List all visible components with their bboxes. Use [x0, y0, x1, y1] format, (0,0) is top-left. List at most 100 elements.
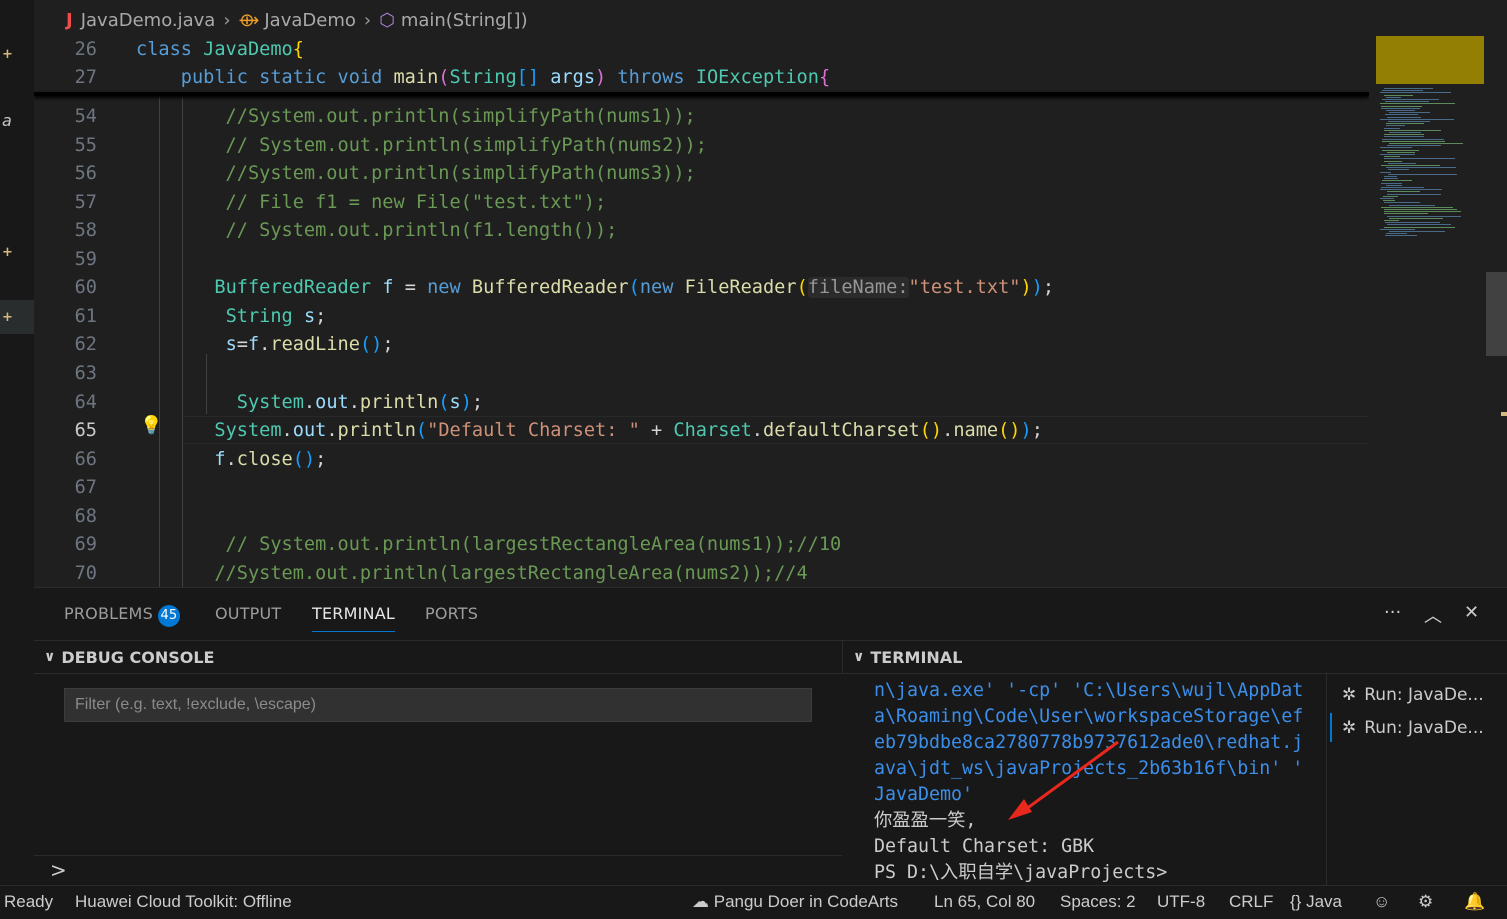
close-panel-icon[interactable]: ✕ [1464, 602, 1479, 623]
tab-output[interactable]: OUTPUT [215, 604, 281, 623]
debug-console-title: DEBUG CONSOLE [61, 647, 215, 667]
lightbulb-icon[interactable]: 💡 [140, 415, 162, 436]
minimap-line [1382, 149, 1419, 151]
code-token: println [337, 420, 416, 442]
code-token: + [639, 420, 674, 442]
status-cursor-position[interactable]: Ln 65, Col 80 [934, 892, 1035, 912]
code-line[interactable]: 56 //System.out.println(simplifyPath(num… [34, 160, 1369, 188]
code-token: = [236, 334, 248, 356]
minimap-line [1389, 143, 1463, 144]
code-token: main [393, 67, 439, 88]
notifications-bell-icon[interactable]: 🔔 [1464, 892, 1485, 912]
code-token: //System.out.println(simplifyPath(nums3)… [136, 163, 696, 185]
line-number: 60 [74, 277, 97, 299]
code-line[interactable]: 63 [34, 360, 1369, 388]
code-line[interactable]: 57 // File f1 = new File("test.txt"); [34, 189, 1369, 217]
minimap-line [1381, 206, 1453, 208]
chevron-down-icon: ∨ [853, 649, 865, 665]
copilot-icon[interactable]: ☺ [1373, 892, 1390, 912]
minimap-line [1388, 169, 1409, 171]
status-eol[interactable]: CRLF [1229, 892, 1273, 912]
code-line[interactable]: 65 System.out.println("Default Charset: … [34, 417, 1369, 445]
breadcrumb-class[interactable]: JavaDemo [264, 10, 356, 31]
debug-filter-input[interactable]: Filter (e.g. text, !exclude, \escape) [64, 688, 812, 722]
code-line[interactable]: 66 f.close(); [34, 446, 1369, 474]
status-huawei-toolkit[interactable]: Huawei Cloud Toolkit: Offline [75, 892, 292, 912]
panel-tabs: PROBLEMS 45 OUTPUT TERMINAL PORTS ··· ︿ ✕ [34, 588, 1507, 640]
maximize-panel-icon[interactable]: ︿ [1424, 602, 1442, 628]
extension-status-icon[interactable]: ⚙ [1418, 892, 1433, 912]
code-line[interactable]: 67 [34, 474, 1369, 502]
breadcrumb-method[interactable]: main(String[]) [401, 10, 528, 31]
minimap-line [1384, 211, 1461, 213]
tab-ports[interactable]: PORTS [425, 604, 478, 623]
code-token: new [427, 277, 472, 299]
code-line[interactable]: 68 [34, 503, 1369, 531]
breadcrumb: J JavaDemo.java › ⟴ JavaDemo › ⬡ main(St… [34, 0, 1507, 40]
status-indentation[interactable]: Spaces: 2 [1060, 892, 1136, 912]
status-pangu[interactable]: ☁ Pangu Doer in CodeArts [692, 892, 898, 912]
code-line[interactable]: 62 s=f.readLine(); [34, 331, 1369, 359]
code-line[interactable]: 70 //System.out.println(largestRectangle… [34, 560, 1369, 587]
code-line[interactable]: 61 String s; [34, 303, 1369, 331]
bottom-panel: PROBLEMS 45 OUTPUT TERMINAL PORTS ··· ︿ ✕… [34, 587, 1507, 886]
tab-problems[interactable]: PROBLEMS 45 [64, 604, 180, 627]
code-line[interactable]: 55 // System.out.println(simplifyPath(nu… [34, 132, 1369, 160]
terminal-line: n\java.exe' '-cp' 'C:\Users\wujl\AppDat [874, 680, 1304, 701]
code-token: throws [617, 67, 696, 88]
terminal-instance[interactable]: ✲ Run: JavaDe... [1330, 711, 1507, 744]
code-token: . [259, 334, 271, 356]
minimap-line [1387, 151, 1415, 153]
code-line[interactable]: 64 System.out.println(s); [34, 389, 1369, 417]
code-editor[interactable]: 26 class JavaDemo{27 public static void m… [34, 36, 1369, 587]
code-token: System [236, 391, 304, 413]
line-code: //System.out.println(simplifyPath(nums3)… [136, 160, 696, 188]
minimap-line [1385, 114, 1418, 116]
line-code: // System.out.println(simplifyPath(nums2… [136, 132, 707, 160]
code-line[interactable]: 58 // System.out.println(f1.length()); [34, 217, 1369, 245]
minimap-line [1389, 204, 1435, 206]
breadcrumb-file[interactable]: JavaDemo.java [81, 10, 216, 31]
terminal-line: Default Charset: GBK [874, 836, 1095, 857]
tab-terminal-label: TERMINAL [312, 604, 395, 623]
code-token: name [953, 420, 999, 442]
more-actions-icon[interactable]: ··· [1384, 602, 1401, 623]
terminal-output[interactable]: n\java.exe' '-cp' 'C:\Users\wujl\AppDat a… [874, 678, 1314, 888]
minimap-line [1389, 112, 1430, 114]
status-language[interactable]: {} Java [1290, 892, 1342, 912]
status-encoding[interactable]: UTF-8 [1157, 892, 1205, 912]
code-token: f [382, 277, 394, 299]
code-token: out [315, 391, 349, 413]
debug-console-input[interactable]: > [34, 855, 842, 886]
line-code: class JavaDemo{ [136, 36, 304, 64]
minimap-line [1384, 127, 1400, 129]
activity-item-added[interactable]: + [0, 37, 34, 71]
code-token: ) [1020, 277, 1032, 299]
line-number: 56 [74, 163, 97, 185]
minimap-line [1387, 215, 1461, 217]
minimap-line [1384, 209, 1457, 210]
line-number: 67 [74, 477, 97, 499]
debug-console-header[interactable]: ∨ DEBUG CONSOLE [34, 640, 842, 674]
terminal-instance[interactable]: ✲ Run: JavaDe... [1330, 678, 1507, 711]
activity-item-added-2[interactable]: + [0, 235, 34, 269]
code-line[interactable]: 59 [34, 246, 1369, 274]
activity-item-added-3[interactable]: + [0, 300, 34, 334]
code-token: // System.out.println(simplifyPath(nums2… [136, 134, 707, 156]
code-line[interactable]: 69 // System.out.println(largestRectangl… [34, 531, 1369, 559]
minimap[interactable] [1372, 36, 1507, 587]
line-number: 70 [74, 562, 97, 584]
status-ready[interactable]: Ready [4, 892, 53, 912]
activity-item-italic[interactable]: a [0, 103, 34, 137]
line-number: 62 [74, 334, 97, 356]
terminal-header[interactable]: ∨ TERMINAL [842, 640, 1507, 674]
minimap-slider[interactable] [1486, 272, 1507, 356]
code-line[interactable]: 54 //System.out.println(simplifyPath(num… [34, 103, 1369, 131]
tab-terminal[interactable]: TERMINAL [312, 604, 395, 632]
code-line[interactable]: 60 BufferedReader f = new BufferedReader… [34, 274, 1369, 302]
code-token: ; [471, 391, 484, 413]
code-line[interactable]: 26 class JavaDemo{ [34, 36, 1369, 64]
code-line[interactable]: 27 public static void main(String[] args… [34, 64, 1369, 92]
